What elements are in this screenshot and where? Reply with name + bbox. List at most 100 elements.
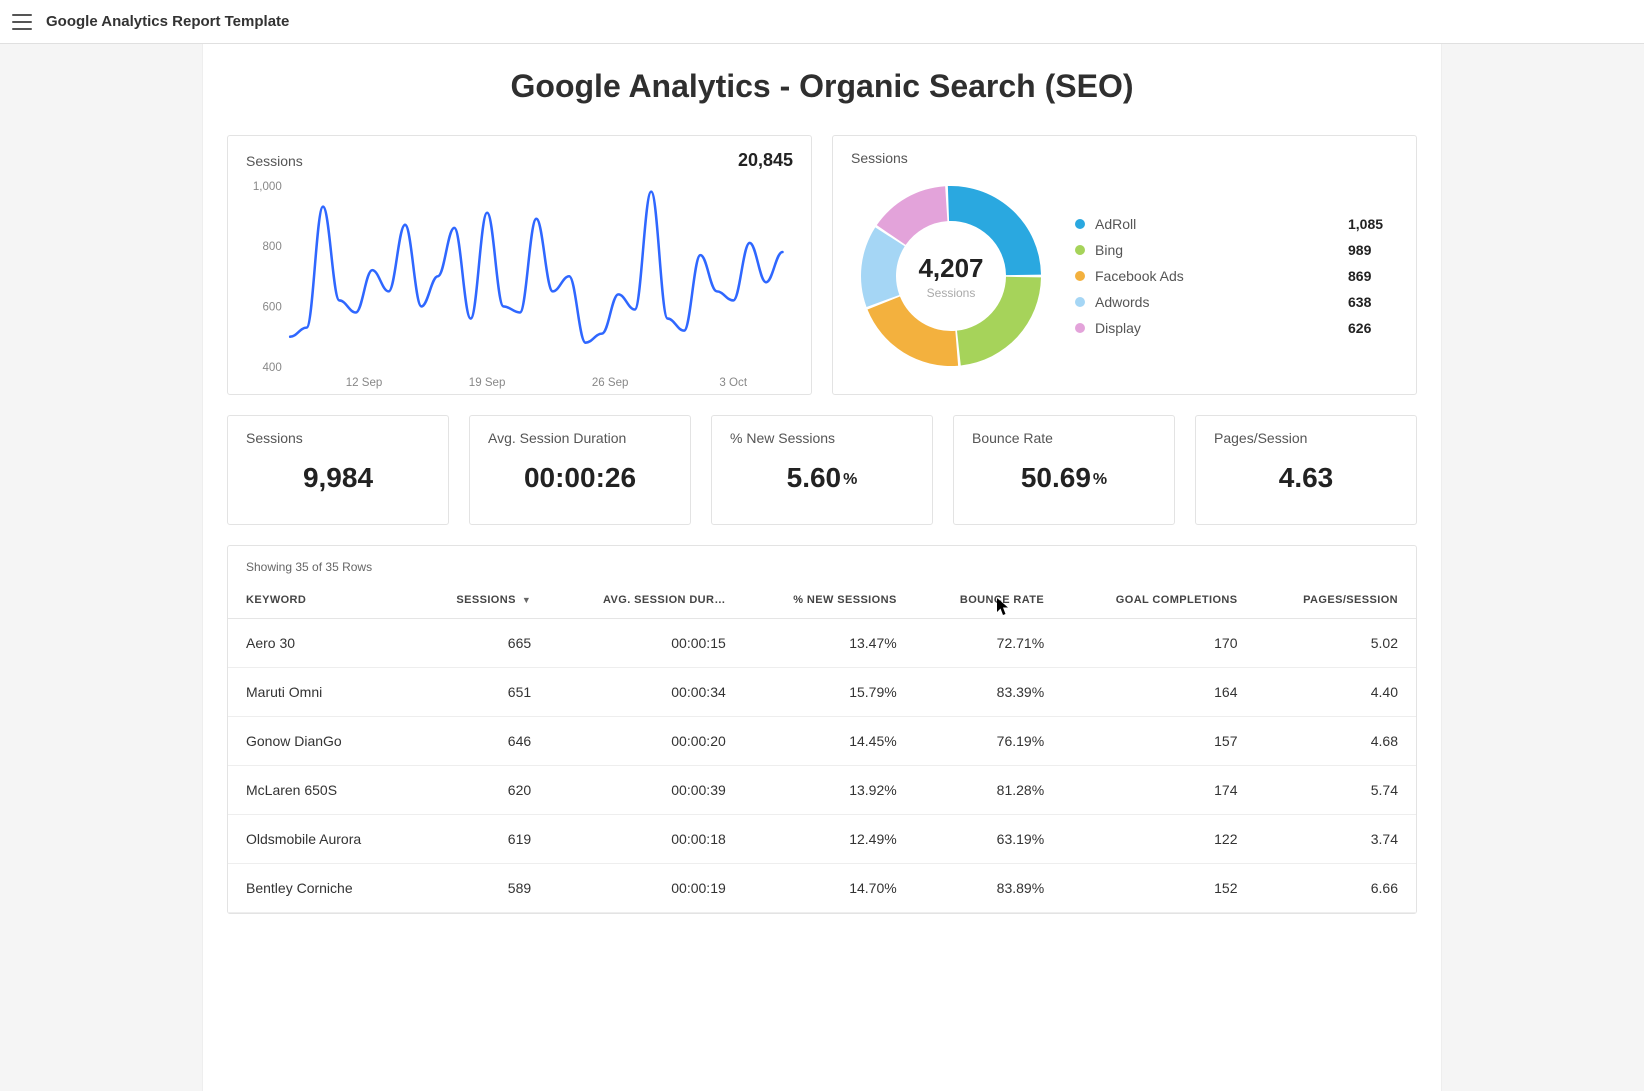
- svg-text:12 Sep: 12 Sep: [346, 376, 383, 389]
- table-cell: McLaren 650S: [228, 766, 413, 815]
- line-chart: 4006008001,000 12 Sep19 Sep26 Sep3 Oct: [246, 177, 793, 390]
- table-cell: 620: [413, 766, 549, 815]
- table-row[interactable]: Maruti Omni65100:00:3415.79%83.39%1644.4…: [228, 668, 1416, 717]
- keyword-table: KEYWORDSESSIONS▼AVG. SESSION DUR…% NEW S…: [228, 586, 1416, 913]
- table-cell: 14.70%: [744, 864, 915, 913]
- legend-name: AdRoll: [1095, 216, 1338, 232]
- kpi-value: 00:00:26: [488, 446, 672, 510]
- table-cell: 170: [1062, 619, 1255, 668]
- table-header[interactable]: BOUNCE RATE: [915, 586, 1062, 619]
- table-cell: 12.49%: [744, 815, 915, 864]
- table-cell: Oldsmobile Aurora: [228, 815, 413, 864]
- svg-text:600: 600: [262, 301, 282, 314]
- legend-item[interactable]: AdRoll 1,085: [1075, 216, 1398, 232]
- sessions-line-card: Sessions 20,845 4006008001,000 12 Sep19 …: [227, 135, 812, 395]
- legend-value: 1,085: [1348, 216, 1398, 232]
- table-cell: 76.19%: [915, 717, 1062, 766]
- donut-slice-facebook-ads[interactable]: [867, 297, 958, 366]
- table-meta: Showing 35 of 35 Rows: [228, 546, 1416, 586]
- table-cell: 00:00:18: [549, 815, 744, 864]
- donut-slice-adroll[interactable]: [948, 186, 1041, 275]
- report-page: Google Analytics - Organic Search (SEO) …: [202, 44, 1442, 1091]
- kpi-value: 50.69%: [972, 446, 1156, 510]
- table-cell: 15.79%: [744, 668, 915, 717]
- table-header[interactable]: PAGES/SESSION: [1256, 586, 1417, 619]
- donut-slice-bing[interactable]: [957, 277, 1041, 366]
- table-cell: 6.66: [1256, 864, 1417, 913]
- svg-text:3 Oct: 3 Oct: [719, 376, 747, 389]
- page-title: Google Analytics - Organic Search (SEO): [227, 68, 1417, 105]
- line-chart-svg: 4006008001,000 12 Sep19 Sep26 Sep3 Oct: [246, 177, 793, 390]
- table-cell: 5.74: [1256, 766, 1417, 815]
- kpi-label: Avg. Session Duration: [488, 430, 672, 446]
- table-body: Aero 3066500:00:1513.47%72.71%1705.02Mar…: [228, 619, 1416, 913]
- table-cell: Maruti Omni: [228, 668, 413, 717]
- table-row[interactable]: Oldsmobile Aurora61900:00:1812.49%63.19%…: [228, 815, 1416, 864]
- table-cell: 81.28%: [915, 766, 1062, 815]
- kpi-card: Avg. Session Duration00:00:26: [469, 415, 691, 525]
- svg-text:19 Sep: 19 Sep: [469, 376, 506, 389]
- kpi-label: Pages/Session: [1214, 430, 1398, 446]
- line-chart-label: Sessions: [246, 153, 303, 169]
- donut-chart-label: Sessions: [851, 150, 908, 166]
- table-cell: 72.71%: [915, 619, 1062, 668]
- topbar: Google Analytics Report Template: [0, 0, 1644, 44]
- table-cell: Bentley Corniche: [228, 864, 413, 913]
- legend-swatch: [1075, 245, 1085, 255]
- table-header[interactable]: AVG. SESSION DUR…: [549, 586, 744, 619]
- legend-item[interactable]: Bing989: [1075, 242, 1398, 258]
- legend-swatch: [1075, 297, 1085, 307]
- kpi-card: Sessions9,984: [227, 415, 449, 525]
- legend-value: 638: [1348, 294, 1398, 310]
- legend-name: Display: [1095, 320, 1338, 336]
- table-cell: 00:00:20: [549, 717, 744, 766]
- table-cell: 83.89%: [915, 864, 1062, 913]
- table-cell: 83.39%: [915, 668, 1062, 717]
- table-cell: 619: [413, 815, 549, 864]
- legend-item[interactable]: Adwords 638: [1075, 294, 1398, 310]
- donut-legend: AdRoll 1,085 Bing989 Facebook Ads869 Adwords…: [1075, 216, 1398, 336]
- line-chart-total: 20,845: [738, 150, 793, 171]
- table-header[interactable]: % NEW SESSIONS: [744, 586, 915, 619]
- legend-value: 626: [1348, 320, 1398, 336]
- sessions-donut-card: Sessions 4,207 Sessions AdRoll1,085Bing9…: [832, 135, 1417, 395]
- table-row[interactable]: Bentley Corniche58900:00:1914.70%83.89%1…: [228, 864, 1416, 913]
- menu-icon[interactable]: [12, 14, 32, 30]
- table-header[interactable]: KEYWORD: [228, 586, 413, 619]
- table-cell: 4.68: [1256, 717, 1417, 766]
- topbar-title: Google Analytics Report Template: [46, 13, 289, 30]
- table-row[interactable]: McLaren 650S62000:00:3913.92%81.28%1745.…: [228, 766, 1416, 815]
- sort-desc-icon: ▼: [522, 595, 531, 605]
- table-cell: 14.45%: [744, 717, 915, 766]
- table-cell: 665: [413, 619, 549, 668]
- table-cell: 646: [413, 717, 549, 766]
- table-row[interactable]: Aero 3066500:00:1513.47%72.71%1705.02: [228, 619, 1416, 668]
- legend-item[interactable]: Facebook Ads869: [1075, 268, 1398, 284]
- legend-item[interactable]: Display 626: [1075, 320, 1398, 336]
- table-cell: 13.47%: [744, 619, 915, 668]
- table-header[interactable]: GOAL COMPLETIONS: [1062, 586, 1255, 619]
- kpi-value: 4.63: [1214, 446, 1398, 510]
- table-cell: 00:00:19: [549, 864, 744, 913]
- svg-text:1,000: 1,000: [253, 180, 282, 193]
- keyword-table-card: Showing 35 of 35 Rows KEYWORDSESSIONS▼AV…: [227, 545, 1417, 914]
- table-cell: 651: [413, 668, 549, 717]
- svg-text:26 Sep: 26 Sep: [592, 376, 629, 389]
- legend-name: Adwords: [1095, 294, 1338, 310]
- legend-name: Bing: [1095, 242, 1338, 258]
- legend-swatch: [1075, 271, 1085, 281]
- table-header[interactable]: SESSIONS▼: [413, 586, 549, 619]
- legend-value: 869: [1348, 268, 1398, 284]
- table-cell: 174: [1062, 766, 1255, 815]
- table-cell: 00:00:15: [549, 619, 744, 668]
- kpi-value: 9,984: [246, 446, 430, 510]
- charts-row: Sessions 20,845 4006008001,000 12 Sep19 …: [227, 135, 1417, 395]
- table-cell: 164: [1062, 668, 1255, 717]
- donut-chart-svg: [851, 176, 1051, 376]
- table-header-row: KEYWORDSESSIONS▼AVG. SESSION DUR…% NEW S…: [228, 586, 1416, 619]
- table-cell: 3.74: [1256, 815, 1417, 864]
- table-row[interactable]: Gonow DianGo64600:00:2014.45%76.19%1574.…: [228, 717, 1416, 766]
- kpi-card: % New Sessions5.60%: [711, 415, 933, 525]
- kpi-row: Sessions9,984Avg. Session Duration00:00:…: [227, 415, 1417, 525]
- table-cell: 589: [413, 864, 549, 913]
